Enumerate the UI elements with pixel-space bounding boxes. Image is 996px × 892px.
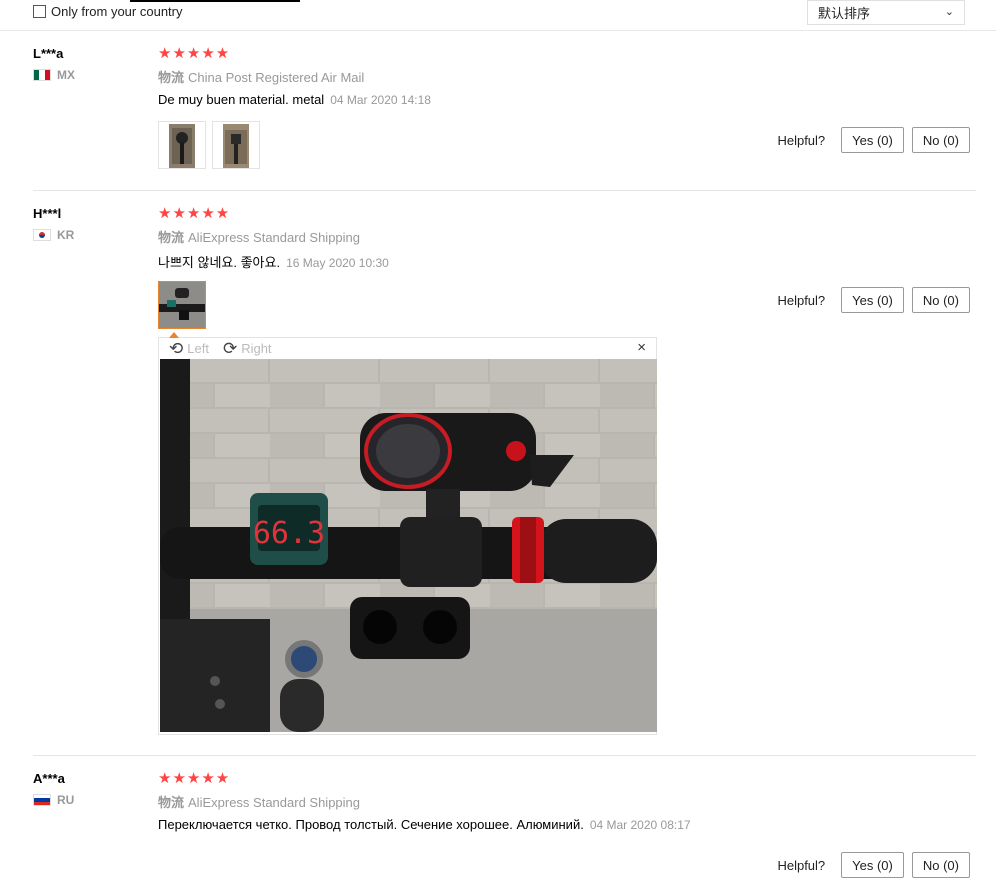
rotate-left-button[interactable]: ⟲ Left	[169, 340, 209, 357]
helpful-voting: Helpful? Yes (0) No (0)	[777, 127, 970, 153]
helpful-no-button[interactable]: No (0)	[911, 852, 970, 878]
filter-bar: Only from your country 默认排序 ⌄	[0, 0, 996, 31]
logistics-label: 物流	[158, 795, 185, 810]
only-country-checkbox[interactable]	[33, 5, 46, 18]
review-content: ★★★★★ 物流 AliExpress Standard Shipping 나쁘지…	[158, 206, 389, 271]
korea-flag-icon	[33, 229, 51, 241]
shipping-name: AliExpress Standard Shipping	[188, 230, 361, 245]
reviewer-country: KR	[33, 228, 74, 242]
review-date: 16 May 2020 10:30	[286, 256, 389, 270]
enlarged-review-photo: 66.3	[160, 359, 657, 732]
reviewer-name: L***a	[33, 46, 64, 61]
shipping-name: China Post Registered Air Mail	[188, 70, 365, 85]
sort-selected-value: 默认排序	[818, 6, 871, 21]
shipping-method: 物流 China Post Registered Air Mail	[158, 67, 431, 86]
only-country-label: Only from your country	[51, 4, 183, 19]
only-country-filter[interactable]: Only from your country	[33, 4, 183, 19]
helpful-yes-button[interactable]: Yes (0)	[841, 127, 904, 153]
helpful-voting: Helpful? Yes (0) No (0)	[777, 852, 970, 878]
review-photos	[158, 281, 212, 329]
logistics-label: 物流	[158, 70, 185, 85]
rotate-left-icon: ⟲	[169, 338, 184, 358]
review-content: ★★★★★ 物流 China Post Registered Air Mail D…	[158, 46, 431, 107]
reviewer-country: RU	[33, 793, 74, 807]
viewer-toolbar: ⟲ Left ⟳ Right ×	[159, 338, 656, 358]
country-code: KR	[57, 228, 75, 242]
star-rating: ★★★★★	[158, 205, 231, 222]
review-content: ★★★★★ 物流 AliExpress Standard Shipping Пер…	[158, 771, 691, 832]
shipping-method: 物流 AliExpress Standard Shipping	[158, 227, 389, 246]
review-text: 나쁘지 않네요. 좋아요.	[158, 255, 281, 270]
country-code: MX	[57, 68, 75, 82]
star-rating: ★★★★★	[158, 770, 231, 787]
review-text: De muy buen material. metal	[158, 92, 325, 107]
rotate-right-icon: ⟳	[222, 338, 238, 358]
review-photo-thumbnail[interactable]	[158, 281, 206, 329]
sort-select[interactable]: 默认排序 ⌄	[807, 0, 965, 25]
review-text: Переключается четко. Провод толстый. Сеч…	[158, 817, 584, 832]
helpful-voting: Helpful? Yes (0) No (0)	[777, 287, 970, 313]
russia-flag-icon	[33, 794, 51, 806]
star-rating: ★★★★★	[158, 45, 231, 62]
review-divider	[33, 190, 976, 191]
review-text-line: Переключается четко. Провод толстый. Сеч…	[158, 817, 691, 832]
shipping-name: AliExpress Standard Shipping	[188, 795, 361, 810]
chevron-down-icon: ⌄	[944, 6, 954, 18]
rotate-right-button[interactable]: ⟳ Right	[223, 340, 272, 357]
helpful-yes-button[interactable]: Yes (0)	[841, 852, 904, 878]
mexico-flag-icon	[33, 69, 51, 81]
review-date: 04 Mar 2020 14:18	[330, 93, 431, 107]
review-text-line: De muy buen material. metal 04 Mar 2020 1…	[158, 92, 431, 107]
logistics-label: 物流	[158, 230, 185, 245]
helpful-no-button[interactable]: No (0)	[911, 287, 970, 313]
close-icon[interactable]: ×	[637, 339, 646, 356]
reviewer-name: H***l	[33, 206, 62, 221]
shipping-method: 物流 AliExpress Standard Shipping	[158, 792, 691, 811]
lcd-reading: 66.3	[253, 516, 325, 551]
review-divider	[33, 755, 976, 756]
review-photo-thumbnail[interactable]	[158, 121, 206, 169]
review-date: 04 Mar 2020 08:17	[589, 818, 691, 832]
review-photo-thumbnail[interactable]	[212, 121, 260, 169]
helpful-label: Helpful?	[777, 132, 826, 148]
helpful-label: Helpful?	[777, 857, 826, 873]
tab-indicator	[130, 0, 300, 2]
rotate-right-label: Right	[241, 340, 272, 356]
photo-viewer: ⟲ Left ⟳ Right × 66.3	[158, 332, 657, 735]
reviewer-name: A***a	[33, 771, 65, 786]
review-text-line: 나쁘지 않네요. 좋아요. 16 May 2020 10:30	[158, 252, 389, 271]
country-code: RU	[57, 793, 75, 807]
helpful-no-button[interactable]: No (0)	[911, 127, 970, 153]
reviewer-country: MX	[33, 68, 75, 82]
review-photos	[158, 121, 266, 169]
helpful-yes-button[interactable]: Yes (0)	[841, 287, 904, 313]
helpful-label: Helpful?	[777, 292, 826, 308]
rotate-left-label: Left	[187, 340, 209, 356]
